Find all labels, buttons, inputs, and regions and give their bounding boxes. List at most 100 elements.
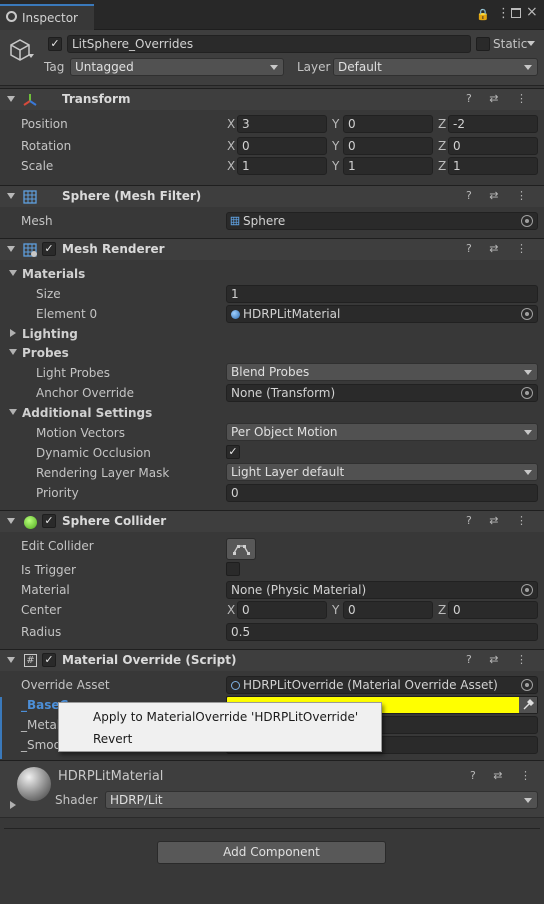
inspector-icon <box>6 11 17 22</box>
component-tools[interactable]: ? ⇄ ⋮ <box>466 242 534 255</box>
is-trigger-toggle[interactable] <box>226 562 240 576</box>
material-preview-section: HDRPLitMaterial ? ⇄ ⋮ Shader HDRP/Lit <box>0 760 544 818</box>
axis-x-label: X <box>227 139 236 153</box>
sphere-collider-enabled-toggle[interactable]: ✓ <box>42 514 56 528</box>
context-menu-revert[interactable]: Revert <box>93 732 132 746</box>
center-x-field[interactable]: 0 <box>237 601 327 619</box>
transform-title: Transform <box>62 92 131 106</box>
context-menu: Apply to MaterialOverride 'HDRPLitOverri… <box>58 702 382 752</box>
scale-y-field[interactable]: 1 <box>343 157 433 175</box>
gameobject-active-toggle[interactable]: ✓ <box>48 37 62 51</box>
eyedropper-button[interactable] <box>519 697 537 713</box>
maximize-icon[interactable] <box>511 8 521 18</box>
layer-dropdown[interactable]: Default <box>333 58 538 76</box>
material-override-title: Material Override (Script) <box>62 653 237 667</box>
foldout-arrow-icon[interactable] <box>7 518 15 524</box>
size-field[interactable]: 1 <box>226 285 538 303</box>
element0-object-field[interactable]: HDRPLitMaterial <box>226 305 538 323</box>
materials-label[interactable]: Materials <box>22 267 85 281</box>
tag-value: Untagged <box>75 60 134 74</box>
rotation-z-field[interactable]: 0 <box>448 137 538 155</box>
chevron-down-icon <box>270 65 278 70</box>
radius-field[interactable]: 0.5 <box>226 623 538 641</box>
anchor-override-field[interactable]: None (Transform) <box>226 384 538 402</box>
metallic-label: _Metal <box>21 718 61 732</box>
static-label[interactable]: Static <box>493 37 527 51</box>
object-picker-icon[interactable] <box>521 387 533 399</box>
component-tools[interactable]: ? ⇄ ⋮ <box>466 653 534 666</box>
center-z-field[interactable]: 0 <box>448 601 538 619</box>
position-x-field[interactable]: 3 <box>237 115 327 133</box>
additional-settings-label[interactable]: Additional Settings <box>22 406 152 420</box>
axis-x-label: X <box>227 117 236 131</box>
tag-dropdown[interactable]: Untagged <box>70 58 284 76</box>
axis-z-label: Z <box>438 139 447 153</box>
chevron-down-icon[interactable] <box>28 54 34 58</box>
probes-label[interactable]: Probes <box>22 346 69 360</box>
rendering-layer-mask-label: Rendering Layer Mask <box>36 466 170 480</box>
chevron-down-icon <box>524 370 532 375</box>
component-tools[interactable]: ? ⇄ ⋮ <box>466 189 534 202</box>
priority-field[interactable]: 0 <box>226 484 538 502</box>
object-picker-icon[interactable] <box>521 308 533 320</box>
gameobject-cube-icon <box>10 39 30 61</box>
object-picker-icon[interactable] <box>521 584 533 596</box>
axis-x-label: X <box>227 603 236 617</box>
materials-foldout-icon[interactable] <box>9 270 17 276</box>
scale-z-field[interactable]: 1 <box>448 157 538 175</box>
component-tools[interactable]: ? ⇄ ⋮ <box>466 92 534 105</box>
component-tools[interactable]: ? ⇄ ⋮ <box>466 514 534 527</box>
axis-x-label: X <box>227 159 236 173</box>
position-y-field[interactable]: 0 <box>343 115 433 133</box>
axis-y-label: Y <box>332 117 340 131</box>
tab-inspector[interactable]: Inspector <box>0 4 94 30</box>
mesh-renderer-header[interactable]: ✓ Mesh Renderer ? ⇄ ⋮ <box>0 238 544 260</box>
element0-label: Element 0 <box>36 307 98 321</box>
foldout-arrow-icon[interactable] <box>7 246 15 252</box>
component-tools[interactable]: ? ⇄ ⋮ <box>470 769 538 782</box>
probes-foldout-icon[interactable] <box>9 349 17 355</box>
anchor-override-label: Anchor Override <box>36 386 135 400</box>
mesh-object-field[interactable]: Sphere <box>226 212 538 230</box>
material-override-enabled-toggle[interactable]: ✓ <box>42 653 56 667</box>
light-probes-label: Light Probes <box>36 366 111 380</box>
rotation-y-field[interactable]: 0 <box>343 137 433 155</box>
add-component-button[interactable]: Add Component <box>157 841 386 864</box>
foldout-arrow-icon[interactable] <box>7 193 15 199</box>
motion-vectors-dropdown[interactable]: Per Object Motion <box>226 423 538 441</box>
collider-material-field[interactable]: None (Physic Material) <box>226 581 538 599</box>
light-probes-dropdown[interactable]: Blend Probes <box>226 363 538 381</box>
foldout-arrow-icon[interactable] <box>7 657 15 663</box>
additional-settings-foldout-icon[interactable] <box>9 409 17 415</box>
center-y-field[interactable]: 0 <box>343 601 433 619</box>
lighting-foldout-icon[interactable] <box>10 329 16 337</box>
override-asset-field[interactable]: HDRPLitOverride (Material Override Asset… <box>226 676 538 694</box>
material-foldout-icon[interactable] <box>10 801 16 809</box>
transform-header[interactable]: Transform ? ⇄ ⋮ <box>0 88 544 110</box>
edit-collider-button[interactable] <box>226 538 256 560</box>
dynamic-occlusion-toggle[interactable]: ✓ <box>226 445 240 459</box>
mesh-filter-header[interactable]: Sphere (Mesh Filter) ? ⇄ ⋮ <box>0 185 544 207</box>
lighting-label[interactable]: Lighting <box>22 327 78 341</box>
mesh-renderer-enabled-toggle[interactable]: ✓ <box>42 242 56 256</box>
object-picker-icon[interactable] <box>521 215 533 227</box>
close-icon[interactable]: × <box>526 4 538 20</box>
foldout-arrow-icon[interactable] <box>7 96 15 102</box>
object-picker-icon[interactable] <box>521 679 533 691</box>
axis-z-label: Z <box>438 603 447 617</box>
material-override-header[interactable]: # ✓ Material Override (Script) ? ⇄ ⋮ <box>0 649 544 671</box>
lock-icon[interactable]: 🔒 <box>476 8 490 21</box>
gameobject-name-field[interactable]: LitSphere_Overrides <box>67 35 471 53</box>
rotation-x-field[interactable]: 0 <box>237 137 327 155</box>
position-z-field[interactable]: -2 <box>448 115 538 133</box>
context-menu-apply[interactable]: Apply to MaterialOverride 'HDRPLitOverri… <box>93 710 358 724</box>
rendering-layer-mask-dropdown[interactable]: Light Layer default <box>226 463 538 481</box>
shader-dropdown[interactable]: HDRP/Lit <box>105 791 538 809</box>
static-dropdown-icon[interactable] <box>527 41 535 46</box>
kebab-icon[interactable]: ⋮ <box>497 6 510 21</box>
tag-label: Tag <box>44 60 65 74</box>
scale-x-field[interactable]: 1 <box>237 157 327 175</box>
collider-material-label: Material <box>21 583 70 597</box>
sphere-collider-header[interactable]: ✓ Sphere Collider ? ⇄ ⋮ <box>0 510 544 532</box>
static-toggle[interactable] <box>476 37 490 51</box>
